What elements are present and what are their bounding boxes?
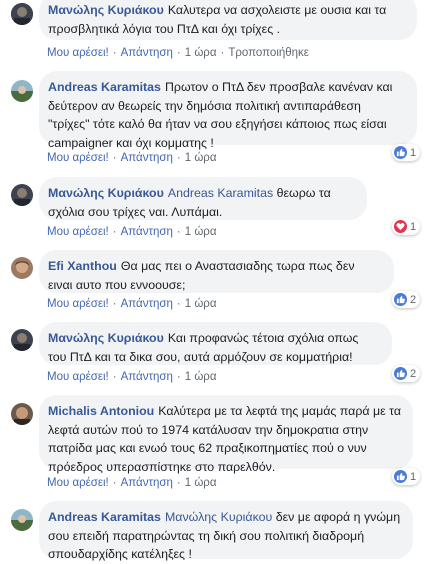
love-icon <box>394 220 407 233</box>
like-link[interactable]: Μου αρέσει! <box>47 371 109 383</box>
reaction-summary[interactable]: 1 <box>392 218 421 235</box>
comment-time[interactable]: 1 ώρα <box>185 152 217 164</box>
comment-actions: Μου αρέσει! · Απάντηση · 1 ώρα <box>47 226 217 238</box>
like-link[interactable]: Μου αρέσει! <box>47 226 109 238</box>
comment-author[interactable]: Μανώλης Κυριάκου <box>48 186 164 200</box>
comment-time[interactable]: 1 ώρα <box>185 371 217 383</box>
avatar[interactable] <box>11 509 33 531</box>
reaction-count: 2 <box>410 293 417 306</box>
reaction-summary[interactable]: 1 <box>392 144 421 161</box>
like-link[interactable]: Μου αρέσει! <box>47 477 109 489</box>
comment-author[interactable]: Andreas Karamitas <box>48 510 161 524</box>
like-icon <box>394 293 407 306</box>
mention-link[interactable]: Andreas Karamitas <box>168 186 273 200</box>
comment-bubble: Μανώλης Κυριάκου Καλυτερα να ασχολειστε μ… <box>39 0 417 40</box>
comment-bubble: Michalis Antoniou Καλύτερα με τα λεφτά τη… <box>39 395 413 474</box>
comment-bubble: Andreas Karamitas Πρωτον ο ΠτΔ δεν προσβα… <box>39 71 417 150</box>
comment-actions: Μου αρέσει! · Απάντηση · 1 ώρα <box>47 152 217 164</box>
reply-link[interactable]: Απάντηση <box>121 371 173 383</box>
comment-author[interactable]: Andreas Karamitas <box>48 80 161 94</box>
comment-bubble: Efi Xanthou Θα μας πει ο Αναστασιαδης τωρ… <box>39 250 394 293</box>
edited-label: Τροποποιήθηκε <box>228 47 309 59</box>
avatar[interactable] <box>11 184 33 206</box>
comment-bubble: Andreas Karamitas Μανώλης Κυριάκου δεν με… <box>39 501 413 561</box>
comment-author[interactable]: Michalis Antoniou <box>48 404 154 418</box>
comment-bubble: Μανώλης Κυριάκου Και προφανώς τέτοια σχόλ… <box>39 322 392 365</box>
like-icon <box>394 146 407 159</box>
reaction-summary[interactable]: 1 <box>392 468 421 485</box>
reply-link[interactable]: Απάντηση <box>121 152 173 164</box>
reaction-count: 1 <box>410 146 417 159</box>
comment-time[interactable]: 1 ώρα <box>185 226 217 238</box>
like-link[interactable]: Μου αρέσει! <box>47 152 109 164</box>
comment-bubble: Μανώλης Κυριάκου Andreas Karamitas θεωρω … <box>39 177 367 220</box>
like-icon <box>394 367 407 380</box>
comment-author[interactable]: Efi Xanthou <box>48 259 117 273</box>
reaction-summary[interactable]: 2 <box>392 291 421 308</box>
reaction-count: 2 <box>410 367 417 380</box>
like-link[interactable]: Μου αρέσει! <box>47 298 109 310</box>
comment-author[interactable]: Μανώλης Κυριάκου <box>48 331 164 345</box>
comment-actions: Μου αρέσει! · Απάντηση · 1 ώρα <box>47 477 217 489</box>
like-link[interactable]: Μου αρέσει! <box>47 47 109 59</box>
mention-link[interactable]: Μανώλης Κυριάκου <box>165 510 272 524</box>
avatar[interactable] <box>11 3 33 25</box>
reply-link[interactable]: Απάντηση <box>121 47 173 59</box>
avatar[interactable] <box>11 80 33 102</box>
reply-link[interactable]: Απάντηση <box>121 298 173 310</box>
comment-actions: Μου αρέσει! · Απάντηση · 1 ώρα · Τροποποιήθηκε <box>47 47 309 59</box>
comment-time[interactable]: 1 ώρα <box>185 477 217 489</box>
reaction-summary[interactable]: 2 <box>392 365 421 382</box>
comment-time[interactable]: 1 ώρα <box>185 47 217 59</box>
avatar[interactable] <box>11 329 33 351</box>
like-icon <box>394 470 407 483</box>
comment-actions: Μου αρέσει! · Απάντηση · 1 ώρα <box>47 298 217 310</box>
comment-author[interactable]: Μανώλης Κυριάκου <box>48 3 164 17</box>
reaction-count: 1 <box>410 220 417 233</box>
comment-time[interactable]: 1 ώρα <box>185 298 217 310</box>
avatar[interactable] <box>11 403 33 425</box>
reaction-count: 1 <box>410 470 417 483</box>
reply-link[interactable]: Απάντηση <box>121 477 173 489</box>
reply-link[interactable]: Απάντηση <box>121 226 173 238</box>
comment-actions: Μου αρέσει! · Απάντηση · 1 ώρα <box>47 371 217 383</box>
avatar[interactable] <box>11 257 33 279</box>
